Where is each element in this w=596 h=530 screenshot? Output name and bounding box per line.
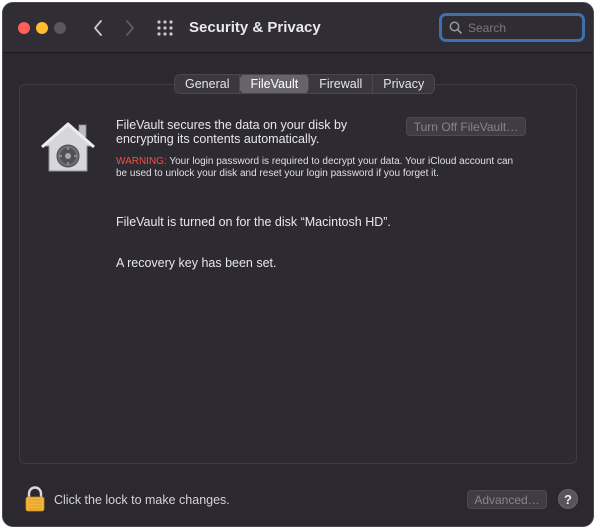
filevault-panel: FileVault secures the data on your disk … bbox=[19, 84, 577, 464]
chevron-left-icon bbox=[94, 20, 102, 36]
tab-filevault[interactable]: FileVault bbox=[240, 75, 310, 93]
lock-instruction-text: Click the lock to make changes. bbox=[54, 493, 230, 507]
recovery-key-status: A recovery key has been set. bbox=[116, 256, 277, 270]
filevault-description: FileVault secures the data on your disk … bbox=[116, 118, 348, 146]
footer-bar: Click the lock to make changes. Advanced… bbox=[3, 474, 593, 526]
filevault-disk-status: FileVault is turned on for the disk “Mac… bbox=[116, 215, 391, 229]
window-title: Security & Privacy bbox=[189, 19, 321, 36]
minimize-window-button[interactable] bbox=[36, 22, 48, 34]
show-all-button[interactable] bbox=[156, 19, 174, 37]
turn-off-filevault-button[interactable]: Turn Off FileVault… bbox=[406, 117, 526, 136]
warning-text: Your login password is required to decry… bbox=[116, 156, 514, 179]
tab-privacy[interactable]: Privacy bbox=[373, 75, 434, 93]
help-button[interactable]: ? bbox=[558, 489, 578, 509]
filevault-house-icon bbox=[41, 122, 95, 172]
tab-firewall[interactable]: Firewall bbox=[309, 75, 374, 93]
search-icon bbox=[449, 21, 462, 34]
content-area: General FileVault Firewall Privacy FileV… bbox=[3, 54, 593, 526]
search-input[interactable] bbox=[468, 20, 578, 35]
chevron-right-icon bbox=[126, 20, 134, 36]
tab-bar: General FileVault Firewall Privacy bbox=[174, 74, 436, 94]
tab-general[interactable]: General bbox=[175, 75, 241, 93]
forward-button[interactable] bbox=[119, 17, 141, 39]
zoom-window-button[interactable] bbox=[54, 22, 66, 34]
close-window-button[interactable] bbox=[18, 22, 30, 34]
warning-message: WARNING: Your login password is required… bbox=[116, 156, 526, 179]
warning-label: WARNING: bbox=[116, 156, 167, 167]
search-field[interactable] bbox=[439, 13, 585, 42]
title-bar: Security & Privacy bbox=[3, 3, 593, 53]
advanced-button[interactable]: Advanced… bbox=[467, 490, 547, 509]
grid-icon bbox=[157, 20, 173, 36]
back-button[interactable] bbox=[87, 17, 109, 39]
preferences-window: Security & Privacy General FileVault Fir… bbox=[2, 2, 594, 527]
lock-icon[interactable] bbox=[24, 486, 46, 512]
